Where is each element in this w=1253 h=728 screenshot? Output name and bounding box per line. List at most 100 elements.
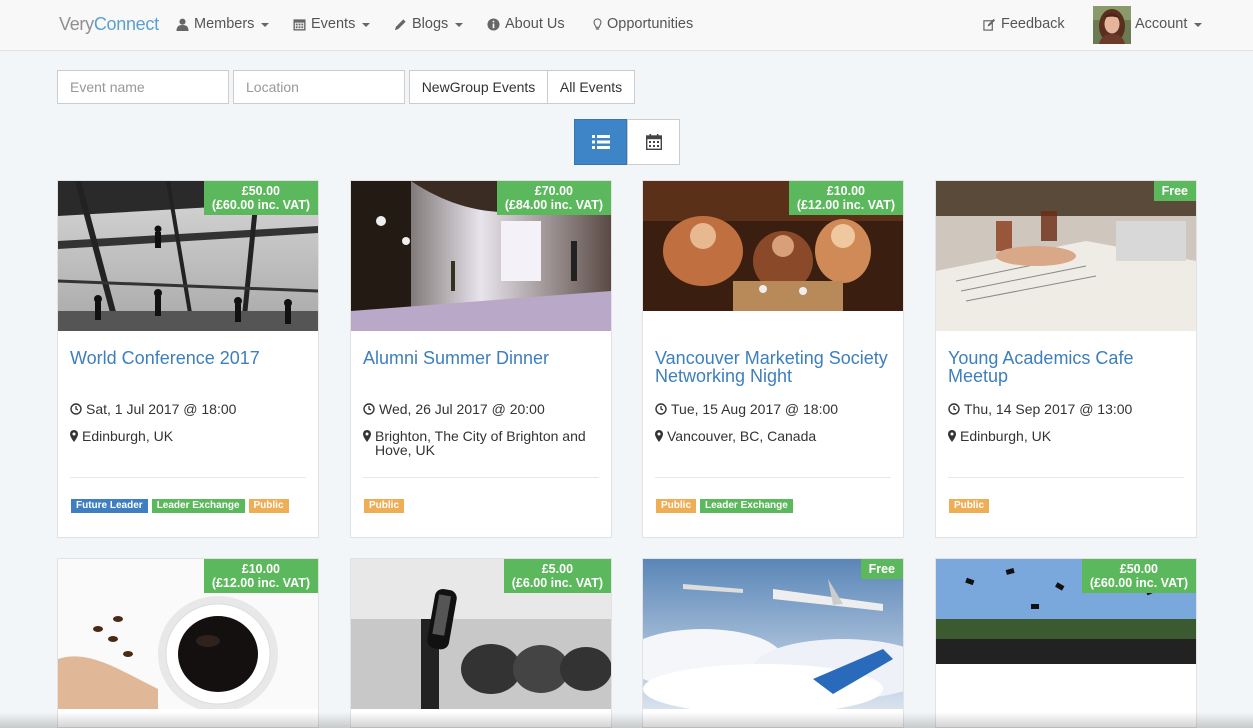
event-name-input[interactable] [57,70,229,104]
tag-list: Public [949,499,1185,513]
list-icon [591,135,610,149]
nav-about-label: About Us [505,16,565,32]
price-incl-vat: (£6.00 inc. VAT) [511,576,603,590]
newgroup-events-button[interactable]: NewGroup Events [409,70,548,104]
list-view-button[interactable] [574,119,627,165]
event-image [936,181,1196,331]
event-card[interactable]: Free [642,558,904,728]
nav-feedback-label: Feedback [1001,16,1065,32]
caret-down-icon [1194,23,1203,27]
nav-about[interactable]: About Us [487,16,565,32]
event-card[interactable]: £70.00 (£84.00 inc. VAT) Alumni Summer D… [350,180,612,538]
event-location: Edinburgh, UK [948,429,1188,443]
price-incl-vat: (£12.00 inc. VAT) [211,576,310,590]
map-marker-icon [363,430,371,442]
tag[interactable]: Leader Exchange [151,499,245,513]
event-date: Sat, 1 Jul 2017 @ 18:00 [70,402,310,416]
tag[interactable]: Public [949,499,990,513]
price-excl-vat: £10.00 [241,562,281,576]
pencil-icon [394,18,406,30]
event-title[interactable]: Young Academics Cafe Meetup [948,349,1188,385]
calendar-icon [293,18,306,31]
tag-list: Future Leader Leader Exchange Public [71,499,307,513]
event-title[interactable]: Vancouver Marketing Society Networking N… [655,349,895,385]
event-card[interactable]: £50.00 (£60.00 inc. VAT) [935,558,1197,728]
clock-icon [948,403,960,415]
price-excl-vat: £50.00 [1119,562,1159,576]
event-date-text: Tue, 15 Aug 2017 @ 18:00 [671,401,839,417]
divider [70,477,306,478]
brand-logo[interactable]: VeryConnect [59,14,159,35]
event-card[interactable]: £5.00 (£6.00 inc. VAT) [350,558,612,728]
nav-opportunities-label: Opportunities [607,16,694,32]
clock-icon [363,403,375,415]
event-card[interactable]: £10.00 (£12.00 inc. VAT) [57,558,319,728]
price-badge: £70.00 (£84.00 inc. VAT) [496,181,611,215]
nav-events[interactable]: Events [293,16,371,32]
edit-icon [983,18,996,31]
user-icon [176,18,189,31]
tag-list: Public Leader Exchange [656,499,892,513]
price-excl-vat: £70.00 [534,184,574,198]
nav-feedback[interactable]: Feedback [983,16,1065,32]
price-badge: £5.00 (£6.00 inc. VAT) [503,559,611,593]
nav-account[interactable]: Account [1135,16,1203,32]
nav-opportunities[interactable]: Opportunities [593,16,693,32]
event-card[interactable]: £10.00 (£12.00 inc. VAT) Vancouver Marke… [642,180,904,538]
price-incl-vat: (£84.00 inc. VAT) [504,198,603,212]
tag[interactable]: Future Leader [71,499,148,513]
event-date: Thu, 14 Sep 2017 @ 13:00 [948,402,1188,416]
price-excl-vat: £10.00 [826,184,866,198]
event-title[interactable]: World Conference 2017 [70,349,310,367]
price-excl-vat: £50.00 [241,184,281,198]
nav-account-label: Account [1135,16,1188,32]
tag[interactable]: Leader Exchange [700,499,793,513]
nav-members-label: Members [194,16,255,32]
event-date-text: Thu, 14 Sep 2017 @ 13:00 [964,401,1133,417]
calendar-icon [645,134,662,150]
brand-part-1: Very [59,14,94,34]
divider [363,477,599,478]
price-incl-vat: (£60.00 inc. VAT) [211,198,310,212]
event-image [643,559,903,709]
caret-down-icon [261,23,270,27]
all-events-button[interactable]: All Events [547,70,635,104]
event-date: Wed, 26 Jul 2017 @ 20:00 [363,402,603,416]
event-card[interactable]: £50.00 (£60.00 inc. VAT) World Conferenc… [57,180,319,538]
price-excl-vat: Free [1161,184,1188,198]
nav-members[interactable]: Members [176,16,270,32]
event-location-text: Brighton, The City of Brighton and Hove,… [375,428,586,458]
map-marker-icon [655,430,663,442]
event-date-text: Wed, 26 Jul 2017 @ 20:00 [379,401,545,417]
tag[interactable]: Public [248,499,289,513]
tag[interactable]: Public [656,499,697,513]
clock-icon [655,403,667,415]
brand-part-2: Connect [93,14,159,34]
caret-down-icon [362,23,371,27]
tag[interactable]: Public [364,499,405,513]
event-title[interactable]: Alumni Summer Dinner [363,349,603,367]
avatar[interactable] [1093,6,1131,44]
top-navbar: VeryConnect Members Events Blogs About U… [0,0,1253,51]
divider [655,477,891,478]
location-input[interactable] [233,70,405,104]
nav-events-label: Events [311,16,356,32]
event-date: Tue, 15 Aug 2017 @ 18:00 [655,402,895,416]
tag-list: Public [364,499,600,513]
event-location-text: Vancouver, BC, Canada [667,428,817,444]
price-incl-vat: (£12.00 inc. VAT) [796,198,895,212]
event-location-text: Edinburgh, UK [960,428,1052,444]
event-location: Vancouver, BC, Canada [655,429,895,443]
info-circle-icon [487,17,500,31]
price-excl-vat: Free [868,562,895,576]
price-badge: £50.00 (£60.00 inc. VAT) [1081,559,1196,593]
calendar-view-button[interactable] [627,119,680,165]
event-card[interactable]: Free Young Academics Cafe Meetup Thu, 14… [935,180,1197,538]
event-date-text: Sat, 1 Jul 2017 @ 18:00 [86,401,237,417]
caret-down-icon [455,23,464,27]
event-location-text: Edinburgh, UK [82,428,174,444]
event-location: Brighton, The City of Brighton and Hove,… [363,429,603,457]
nav-blogs[interactable]: Blogs [394,16,464,32]
lightbulb-icon [593,17,602,30]
price-incl-vat: (£60.00 inc. VAT) [1089,576,1188,590]
